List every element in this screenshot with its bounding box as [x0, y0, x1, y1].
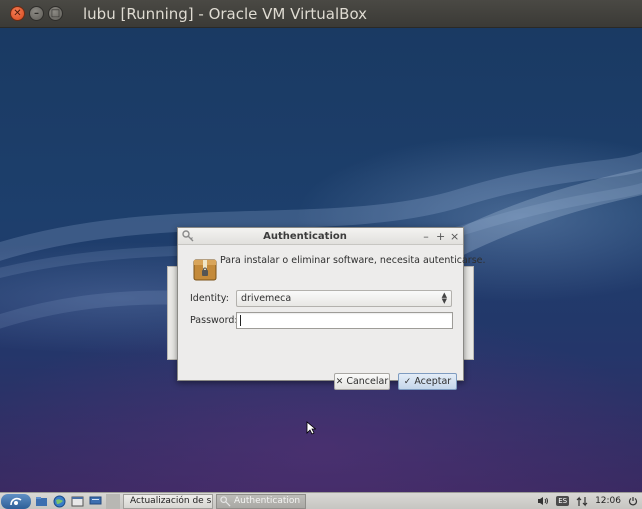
- auth-dialog-title: Authentication: [263, 230, 347, 242]
- system-tray: ES 12:06: [537, 496, 638, 507]
- accept-button[interactable]: ✓ Aceptar: [398, 373, 457, 390]
- host-maximize-button[interactable]: □: [48, 6, 63, 21]
- show-desktop-launcher[interactable]: [88, 495, 103, 508]
- browser-launcher[interactable]: [52, 495, 67, 508]
- task-authentication[interactable]: Authentication: [216, 493, 306, 509]
- checkmark-icon: ✓: [403, 376, 412, 387]
- start-menu-button[interactable]: [1, 493, 31, 509]
- updown-arrows-icon: ▲ ▼: [441, 290, 447, 305]
- power-icon[interactable]: [628, 496, 638, 506]
- globe-icon: [53, 495, 66, 507]
- cancel-button[interactable]: ✕ Cancelar: [334, 373, 390, 390]
- host-minimize-button[interactable]: –: [29, 6, 44, 21]
- host-window-controls: ✕ – □: [10, 6, 63, 21]
- clock[interactable]: 12:06: [595, 496, 621, 506]
- guest-taskbar: Actualización de s... Authentication ES …: [0, 492, 642, 509]
- host-window-titlebar: ✕ – □ lubu [Running] - Oracle VM Virtual…: [0, 0, 642, 28]
- monitor-icon: [89, 496, 102, 505]
- network-icon[interactable]: [576, 496, 588, 507]
- text-caret: [240, 315, 241, 326]
- identity-label: Identity:: [190, 293, 229, 304]
- password-field[interactable]: [236, 312, 453, 329]
- cancel-x-icon: ✕: [335, 376, 344, 387]
- auth-minimize-button[interactable]: –: [422, 231, 430, 242]
- desktop-switcher-launcher[interactable]: [70, 495, 85, 508]
- password-row: Password:: [190, 312, 453, 329]
- auth-message: Para instalar o eliminar software, neces…: [220, 255, 486, 266]
- windows-icon: [71, 496, 84, 506]
- lubuntu-logo-icon: [10, 497, 22, 506]
- volume-icon[interactable]: [537, 496, 549, 506]
- identity-row: Identity: drivemeca ▲ ▼: [190, 290, 452, 307]
- password-label: Password:: [190, 315, 238, 326]
- identity-select[interactable]: drivemeca ▲ ▼: [236, 290, 452, 307]
- guest-desktop: Authentication – + × Para instalar o eli…: [0, 28, 642, 492]
- auth-close-button[interactable]: ×: [450, 231, 459, 242]
- folder-icon: [36, 497, 47, 506]
- key-small-icon: [220, 495, 231, 507]
- taskbar-separator: [106, 493, 120, 509]
- identity-value: drivemeca: [241, 293, 292, 304]
- mouse-pointer-icon: [306, 421, 316, 435]
- host-close-button[interactable]: ✕: [10, 6, 25, 21]
- auth-dialog-titlebar[interactable]: Authentication – + ×: [178, 228, 463, 245]
- key-icon: [182, 230, 194, 242]
- authentication-dialog: Authentication – + × Para instalar o eli…: [177, 227, 486, 390]
- task-label: Actualización de s...: [130, 496, 213, 506]
- task-update-manager[interactable]: Actualización de s...: [123, 493, 213, 509]
- host-window-title: lubu [Running] - Oracle VM VirtualBox: [83, 4, 368, 23]
- task-label: Authentication: [234, 496, 301, 506]
- cancel-button-label: Cancelar: [346, 376, 389, 387]
- file-manager-launcher[interactable]: [34, 495, 49, 508]
- auth-maximize-button[interactable]: +: [436, 231, 445, 242]
- keyboard-layout-indicator[interactable]: ES: [556, 496, 570, 506]
- accept-button-label: Aceptar: [414, 376, 452, 387]
- auth-dialog-controls: – + ×: [422, 231, 459, 242]
- package-icon: [193, 259, 217, 281]
